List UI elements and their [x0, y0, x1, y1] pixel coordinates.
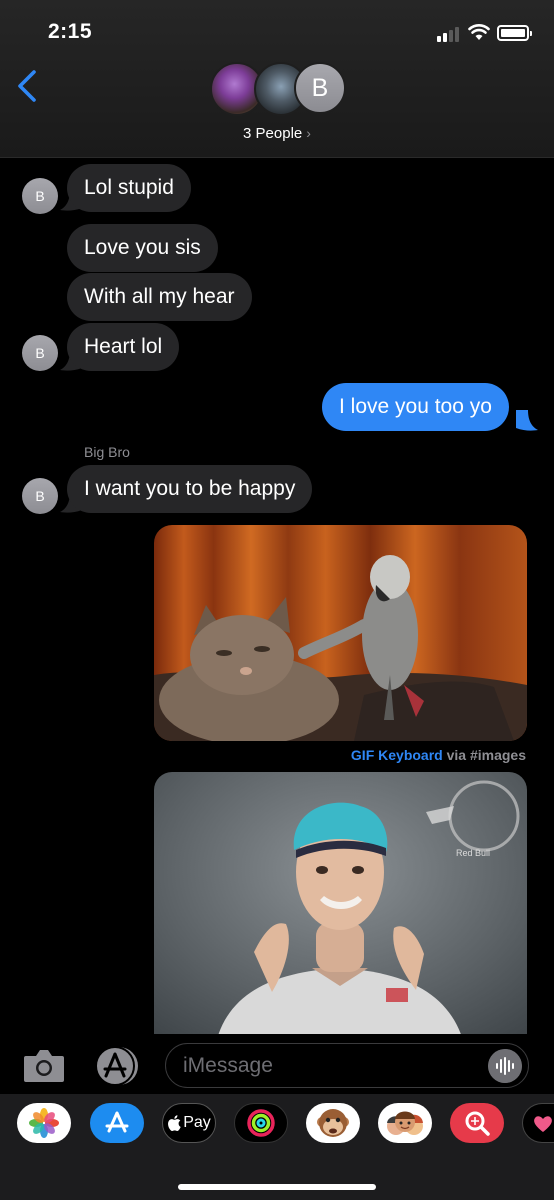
heart-app-icon[interactable]	[522, 1103, 554, 1143]
photos-icon[interactable]	[17, 1103, 71, 1143]
app-store-icon[interactable]	[90, 1103, 144, 1143]
message-text: With all my hear	[84, 285, 235, 308]
incoming-message-bubble[interactable]: I want you to be happy	[67, 465, 313, 513]
message-text: I want you to be happy	[84, 477, 296, 500]
message-text: Heart lol	[84, 335, 163, 358]
incoming-message-bubble[interactable]: With all my hear	[67, 273, 252, 321]
incoming-message-bubble[interactable]: Heart lol	[67, 323, 180, 371]
gif-image: Red Bull	[154, 772, 527, 1034]
apple-pay-label: Pay	[183, 1114, 211, 1131]
red-bull-logo: Red Bull	[456, 848, 490, 858]
gif-attribution-suffix: via #images	[446, 747, 526, 763]
gif-keyboard-link[interactable]: GIF Keyboard	[351, 747, 443, 763]
audio-message-icon[interactable]	[488, 1049, 522, 1083]
gif-message-cat-parrot[interactable]	[154, 525, 527, 741]
sender-avatar[interactable]: B	[22, 335, 58, 371]
app-store-drawer-icon[interactable]	[93, 1044, 141, 1088]
message-text: Lol stupid	[84, 176, 174, 199]
apple-logo-icon	[168, 1115, 181, 1131]
sender-avatar[interactable]: B	[22, 178, 58, 214]
input-bar	[0, 1034, 554, 1094]
status-time: 2:15	[48, 20, 93, 43]
battery-icon	[497, 25, 532, 41]
outgoing-message-bubble[interactable]: I love you too yo	[322, 383, 509, 431]
conversation-header: 2:15 B 3 People ›	[0, 0, 554, 158]
home-indicator[interactable]	[178, 1184, 376, 1190]
group-name-label: 3 People	[243, 125, 303, 142]
message-text: I love you too yo	[339, 395, 492, 418]
avatar-initial: B	[35, 488, 45, 504]
back-chevron-icon[interactable]	[14, 66, 44, 106]
camera-icon[interactable]	[22, 1048, 66, 1084]
sender-avatar[interactable]: B	[22, 478, 58, 514]
group-avatars[interactable]: B	[210, 62, 350, 120]
bubble-tail	[516, 410, 538, 431]
avatar-initial: B	[35, 188, 45, 204]
message-thread[interactable]: B Lol stupid Love you sis With all my he…	[0, 158, 554, 1034]
gif-image	[154, 525, 527, 741]
avatar-initial: B	[311, 73, 329, 102]
cellular-signal-icon	[437, 26, 461, 42]
animoji-icon[interactable]	[306, 1103, 360, 1143]
app-drawer: Pay	[0, 1094, 554, 1200]
chevron-right-icon: ›	[306, 125, 311, 141]
memoji-icon[interactable]	[378, 1103, 432, 1143]
avatar-member-b: B	[294, 62, 346, 114]
avatar-initial: B	[35, 345, 45, 361]
message-input-container[interactable]	[165, 1043, 529, 1088]
incoming-message-bubble[interactable]: Love you sis	[67, 224, 218, 272]
message-text: Love you sis	[84, 236, 201, 259]
images-search-icon[interactable]	[450, 1103, 504, 1143]
gif-message-person[interactable]: Red Bull	[154, 772, 527, 1034]
activity-icon[interactable]	[234, 1103, 288, 1143]
sender-name-label: Big Bro	[84, 444, 130, 460]
message-input[interactable]	[183, 1050, 483, 1082]
apple-pay-icon[interactable]: Pay	[162, 1103, 216, 1143]
group-name-button[interactable]: 3 People ›	[0, 125, 554, 142]
status-bar: 2:15	[0, 0, 554, 56]
wifi-icon	[468, 24, 490, 40]
gif-attribution: GIF Keyboard via #images	[351, 747, 526, 763]
incoming-message-bubble[interactable]: Lol stupid	[67, 164, 191, 212]
